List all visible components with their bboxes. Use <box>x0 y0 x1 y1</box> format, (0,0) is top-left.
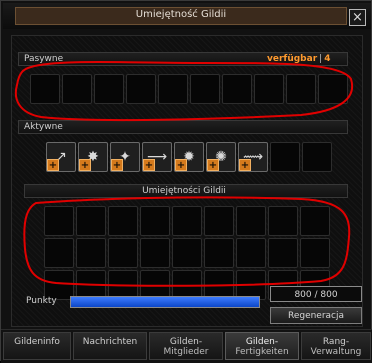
active-label: Aktywne <box>24 122 63 132</box>
tab-label-line2: Mitglieder <box>163 347 209 357</box>
main-panel: Pasywne verfügbar | 4 Aktywne ↗ + ✸ + ✦ + ⟶ + ✹ + ✺ +… <box>11 35 363 327</box>
tab-label-line2: Fertigkeiten <box>235 347 289 357</box>
passive-skill-slot[interactable] <box>30 74 60 104</box>
tab-members[interactable]: Gilden- Mitglieder <box>149 332 223 360</box>
availability-count: 4 <box>324 54 331 64</box>
passive-label: Pasywne <box>24 54 64 64</box>
add-skill-button[interactable]: + <box>47 159 59 171</box>
guild-skill-slot[interactable] <box>44 206 74 236</box>
tab-guildinfo[interactable]: Gildeninfo <box>3 332 71 360</box>
passive-skill-slot[interactable] <box>126 74 156 104</box>
window-title: Umiejętność Gildii <box>135 9 227 20</box>
passive-skill-slot[interactable] <box>94 74 124 104</box>
active-skill-slot-empty[interactable] <box>302 142 332 172</box>
guild-skill-slot[interactable] <box>300 206 330 236</box>
points-value: 800 / 800 <box>270 286 362 302</box>
passive-skill-slot[interactable] <box>318 74 348 104</box>
add-skill-button[interactable]: + <box>239 159 251 171</box>
add-skill-button[interactable]: + <box>207 159 219 171</box>
guild-skill-slot[interactable] <box>76 238 106 268</box>
passive-skill-slot[interactable] <box>62 74 92 104</box>
points-bar-fill <box>71 297 259 307</box>
guild-skill-slot[interactable] <box>204 206 234 236</box>
guild-skill-slot[interactable] <box>300 238 330 268</box>
passive-skill-slot[interactable] <box>190 74 220 104</box>
guild-skill-slot[interactable] <box>140 206 170 236</box>
active-skill-slot[interactable]: ✦ + <box>110 142 140 172</box>
active-skill-slot[interactable]: ⟶ + <box>142 142 172 172</box>
regeneration-button[interactable]: Regeneracja <box>270 307 362 324</box>
tab-label-line1: Gilden- <box>169 337 203 347</box>
active-skill-slot[interactable]: ⟿ + <box>238 142 268 172</box>
guild-skill-slot[interactable] <box>108 238 138 268</box>
tab-label-line1: Gilden- <box>245 337 279 347</box>
guild-skill-slot[interactable] <box>172 238 202 268</box>
tab-label-line2: Verwaltung <box>310 347 362 357</box>
guild-skill-slot[interactable] <box>140 238 170 268</box>
guild-skill-slot[interactable] <box>236 238 266 268</box>
close-button[interactable]: × <box>349 9 366 26</box>
add-skill-button[interactable]: + <box>175 159 187 171</box>
passive-skill-slot[interactable] <box>222 74 252 104</box>
tab-rank-management[interactable]: Rang- Verwaltung <box>301 332 371 360</box>
guild-skill-slot[interactable] <box>268 238 298 268</box>
guild-skill-slot[interactable] <box>204 238 234 268</box>
active-skill-slot[interactable]: ✹ + <box>174 142 204 172</box>
points-bar <box>70 296 260 308</box>
title-bar: Umiejętność Gildii × <box>3 3 371 29</box>
guild-skills-label: Umiejętności Gildii <box>142 186 226 196</box>
active-skill-slot[interactable]: ✺ + <box>206 142 236 172</box>
guild-skill-slot[interactable] <box>108 206 138 236</box>
tab-label-line1: Nachrichten <box>82 337 138 347</box>
active-skill-slot-empty[interactable] <box>270 142 300 172</box>
bottom-tab-bar: Gildeninfo Nachrichten Gilden- Mitgliede… <box>1 329 372 363</box>
guild-skills-window: Umiejętność Gildii × Pasywne verfügbar | 4… <box>0 0 372 363</box>
passive-skill-slot[interactable] <box>158 74 188 104</box>
points-label: Punkty <box>26 296 57 306</box>
active-header <box>18 120 348 134</box>
guild-skill-slot[interactable] <box>236 206 266 236</box>
tab-messages[interactable]: Nachrichten <box>73 332 147 360</box>
add-skill-button[interactable]: + <box>143 159 155 171</box>
guild-skill-slot[interactable] <box>172 206 202 236</box>
active-skill-slot[interactable]: ↗ + <box>46 142 76 172</box>
availability-counter: verfügbar | 4 <box>267 54 330 64</box>
guild-skill-slot[interactable] <box>44 238 74 268</box>
tab-skills[interactable]: Gilden- Fertigkeiten <box>225 332 299 360</box>
add-skill-button[interactable]: + <box>79 159 91 171</box>
guild-skill-slot[interactable] <box>76 206 106 236</box>
add-skill-button[interactable]: + <box>111 159 123 171</box>
active-skill-slot[interactable]: ✸ + <box>78 142 108 172</box>
tab-label-line1: Gildeninfo <box>14 337 60 347</box>
passive-skill-slot[interactable] <box>254 74 284 104</box>
availability-separator: | <box>319 54 323 64</box>
passive-skill-slot[interactable] <box>286 74 316 104</box>
tab-label-line1: Rang- <box>322 337 350 347</box>
availability-label: verfügbar <box>267 54 318 64</box>
guild-skill-slot[interactable] <box>268 206 298 236</box>
